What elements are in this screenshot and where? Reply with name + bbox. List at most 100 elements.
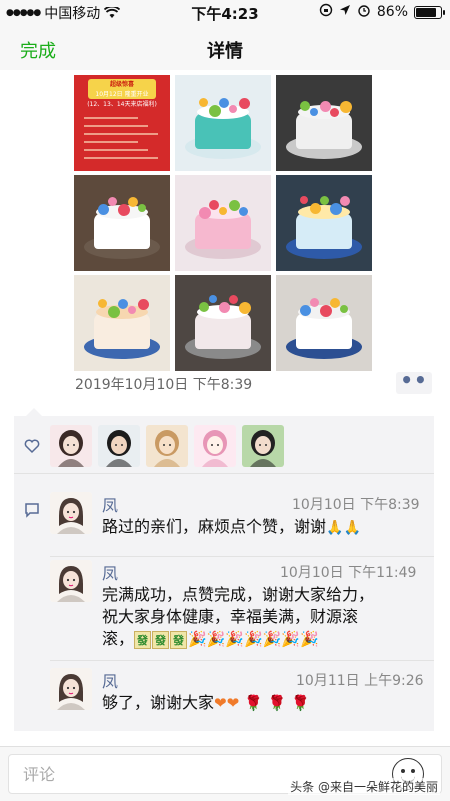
avatar-figure: [250, 430, 276, 467]
cake-decoration: [199, 302, 209, 312]
photo-cake-stars[interactable]: [276, 75, 372, 171]
comment-author[interactable]: 凤: [102, 560, 118, 584]
comment-item[interactable]: 凤 10月10日 下午11:49 完满成功，点赞完成，谢谢大家给力， 祝大家身体…: [50, 560, 434, 656]
location-icon: [339, 4, 351, 20]
photo-grid: 超级惊喜 10月12日 隆重开业 (12、13、14天来店福利): [74, 75, 382, 371]
poster-line: [84, 125, 148, 127]
rose-emoji: 🌹 🌹 🌹: [244, 694, 310, 712]
avatar-figure: [58, 430, 84, 467]
poster-text: (12、13、14天来店福利): [87, 101, 157, 108]
lock-rotation-icon: [319, 3, 333, 21]
cake-decoration: [118, 299, 128, 309]
panel-arrow: [26, 408, 42, 416]
cake-decoration: [340, 101, 352, 113]
cake-decoration: [128, 306, 136, 314]
cake-decoration: [128, 197, 138, 207]
avatar[interactable]: [50, 560, 92, 602]
comment-item[interactable]: 凤 10月11日 上午9:26 够了，谢谢大家❤❤ 🌹 🌹 🌹: [50, 668, 434, 724]
avatar-figure: [154, 430, 180, 467]
cake-decoration: [199, 207, 211, 219]
cake-decoration: [310, 203, 321, 214]
avatar-figure: [202, 430, 228, 467]
comment-divider: [50, 556, 434, 557]
heart-icon: [24, 439, 40, 454]
liker-4[interactable]: [194, 425, 236, 467]
cake-decoration: [199, 98, 208, 107]
comment-author[interactable]: 凤: [102, 492, 118, 516]
cake-decoration: [229, 295, 238, 304]
photo-cake-teal[interactable]: [175, 75, 271, 171]
comment-icon: [25, 503, 39, 518]
photo-cake-train[interactable]: [276, 175, 372, 271]
cake-decoration: [340, 196, 350, 206]
pray-emoji: 🙏🙏: [326, 520, 361, 536]
avatar-figure: [106, 430, 132, 467]
battery-icon: [414, 5, 445, 19]
more-button[interactable]: ••: [396, 370, 432, 394]
cake-top: [298, 205, 350, 219]
cake-decoration: [219, 207, 227, 215]
liker-5[interactable]: [242, 425, 284, 467]
comment-line-3: 滚，發發發 🎉🎉🎉🎉🎉🎉🎉: [102, 628, 374, 650]
photo-cake-dolls[interactable]: [74, 175, 170, 271]
cake-decoration: [330, 298, 340, 308]
cake-decoration: [320, 305, 332, 317]
photo-cake-wings[interactable]: [175, 275, 271, 371]
party-popper-emoji: 🎉🎉🎉🎉🎉🎉🎉: [188, 630, 319, 648]
fa-emoji: 發: [152, 630, 170, 649]
cake-decoration: [98, 204, 109, 215]
cake-decoration: [310, 108, 318, 116]
cake-decoration: [300, 101, 310, 111]
avatar[interactable]: [50, 492, 92, 534]
comment-time: 10月11日 上午9:26: [296, 673, 424, 689]
poster-text: 超级惊喜: [109, 81, 134, 88]
cake-decoration: [138, 299, 149, 310]
poster-text: 10月12日 隆重开业: [95, 91, 149, 98]
alarm-icon: [357, 3, 371, 21]
cake-decoration: [300, 196, 308, 204]
cake-decoration: [108, 197, 117, 206]
liker-3[interactable]: [146, 425, 188, 467]
fa-emoji: 發: [170, 630, 188, 649]
likes-comments-panel: 凤 10月10日 下午8:39 路过的亲们，麻烦点个赞，谢谢🙏🙏 凤 10月10…: [14, 416, 434, 731]
cake-decoration: [98, 299, 107, 308]
comment-item[interactable]: 凤 10月10日 下午8:39 路过的亲们，麻烦点个赞，谢谢🙏🙏: [50, 492, 434, 556]
likes-row: [14, 416, 434, 474]
post-time: 2019年10月10日 下午8:39: [75, 377, 253, 393]
poster-line: [84, 141, 138, 143]
page-title: 详情: [207, 41, 243, 62]
cake-decoration: [330, 203, 342, 215]
poster-line: [84, 133, 158, 135]
comment-time: 10月10日 下午11:49: [280, 565, 417, 581]
comment-author[interactable]: 凤: [102, 668, 118, 692]
poster-line: [84, 149, 148, 151]
comment-time: 10月10日 下午8:39: [292, 497, 420, 513]
comment-text: 完满成功，点赞完成，谢谢大家给力， 祝大家身体健康，幸福美满，财源滚 滚，發發發…: [102, 584, 374, 650]
battery-percent: 86%: [376, 4, 408, 20]
cake-decoration: [108, 306, 120, 318]
cake-decoration: [118, 204, 130, 216]
comment-text: 路过的亲们，麻烦点个赞，谢谢🙏🙏: [102, 516, 361, 539]
liker-1[interactable]: [50, 425, 92, 467]
nav-bar: 完成 详情: [0, 24, 450, 70]
cake-decoration: [320, 196, 329, 205]
watermark: 头条 @来自一朵鲜花的美丽: [288, 778, 440, 795]
photo-cake-pink[interactable]: [175, 175, 271, 271]
avatar-figure: [50, 668, 92, 710]
liker-2[interactable]: [98, 425, 140, 467]
photo-poster[interactable]: 超级惊喜 10月12日 隆重开业 (12、13、14天来店福利): [74, 75, 170, 171]
comment-line: 滚，: [102, 629, 135, 648]
photo-cake-blue-train[interactable]: [276, 275, 372, 371]
cake-decoration: [219, 302, 230, 313]
photo-cake-bear[interactable]: [74, 275, 170, 371]
cake-decoration: [209, 200, 219, 210]
cake-decoration: [239, 207, 248, 216]
comment-body: 够了，谢谢大家: [102, 693, 215, 712]
cake-decoration: [209, 295, 217, 303]
cake-decoration: [310, 298, 319, 307]
heart-emoji: ❤❤: [214, 694, 240, 712]
cake-decoration: [229, 105, 237, 113]
avatar[interactable]: [50, 668, 92, 710]
comment-line: 祝大家身体健康，幸福美满，财源滚: [102, 607, 359, 626]
cake-decoration: [138, 204, 146, 212]
